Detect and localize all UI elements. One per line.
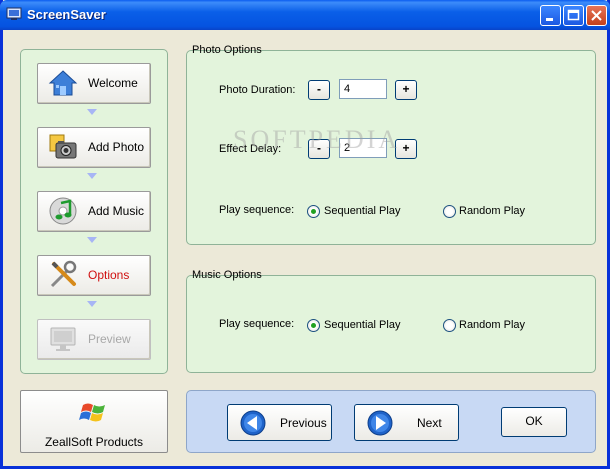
music-sequential-label[interactable]: Sequential Play <box>324 319 400 331</box>
previous-label: Previous <box>280 416 327 430</box>
home-icon <box>48 70 78 96</box>
maximize-icon <box>567 9 580 21</box>
step-arrow-icon <box>87 173 97 179</box>
next-button[interactable]: Next <box>354 404 459 441</box>
photo-play-sequence-label: Play sequence: <box>219 204 295 216</box>
music-sequential-radio[interactable] <box>307 319 320 332</box>
title-bar[interactable]: ScreenSaver <box>0 0 610 30</box>
app-icon <box>6 7 22 20</box>
zeallsoft-products-button[interactable]: ZeallSoft Products <box>20 390 168 453</box>
monitor-icon <box>50 327 76 351</box>
close-icon <box>591 10 602 21</box>
photo-duration-increase-button[interactable]: + <box>395 80 417 100</box>
softpedia-watermark: SOFTPEDIA <box>233 125 401 154</box>
maximize-button[interactable] <box>563 5 584 26</box>
zeallsoft-products-label: ZeallSoft Products <box>44 435 144 449</box>
nav-options-label: Options <box>88 268 130 282</box>
app-window: ScreenSaver Welcome Add Photo Add Music … <box>0 0 610 469</box>
photo-duration-input[interactable]: 4 <box>339 79 387 99</box>
music-random-radio[interactable] <box>443 319 456 332</box>
camera-icon <box>49 134 77 159</box>
main-content: Welcome Add Photo Add Music Options Prev… <box>3 30 607 466</box>
previous-button[interactable]: Previous <box>227 404 332 441</box>
photo-duration-label: Photo Duration: <box>219 84 296 96</box>
photo-random-label[interactable]: Random Play <box>459 205 525 217</box>
music-icon <box>49 197 77 225</box>
minimize-button[interactable] <box>540 5 561 26</box>
nav-preview-label: Preview <box>88 332 131 346</box>
nav-preview-button[interactable]: Preview <box>37 319 151 360</box>
photo-duration-decrease-button[interactable]: - <box>308 80 330 100</box>
tools-icon <box>50 260 77 288</box>
windows-logo-icon <box>79 403 105 422</box>
step-arrow-icon <box>87 301 97 307</box>
minimize-icon <box>546 18 553 21</box>
window-title: ScreenSaver <box>27 7 106 22</box>
nav-add-music-label: Add Music <box>88 204 145 218</box>
step-arrow-icon <box>87 237 97 243</box>
ok-button[interactable]: OK <box>501 407 567 437</box>
nav-add-photo-button[interactable]: Add Photo <box>37 127 151 168</box>
nav-welcome-button[interactable]: Welcome <box>37 63 151 104</box>
close-button[interactable] <box>586 5 607 26</box>
nav-options-button[interactable]: Options <box>37 255 151 296</box>
arrow-left-icon <box>240 410 266 436</box>
photo-options-title: Photo Options <box>192 44 262 56</box>
arrow-right-icon <box>367 410 393 436</box>
step-arrow-icon <box>87 109 97 115</box>
music-random-label[interactable]: Random Play <box>459 319 525 331</box>
photo-sequential-label[interactable]: Sequential Play <box>324 205 400 217</box>
music-options-title: Music Options <box>192 269 262 281</box>
photo-random-radio[interactable] <box>443 205 456 218</box>
nav-add-photo-label: Add Photo <box>88 140 145 154</box>
nav-add-music-button[interactable]: Add Music <box>37 191 151 232</box>
next-label: Next <box>417 416 442 430</box>
music-options-group: Music Options Play sequence: Sequential … <box>186 269 596 373</box>
nav-welcome-label: Welcome <box>88 76 138 90</box>
photo-sequential-radio[interactable] <box>307 205 320 218</box>
wizard-steps-panel: Welcome Add Photo Add Music Options Prev… <box>20 49 168 374</box>
action-bar: Previous Next OK <box>186 390 596 453</box>
music-play-sequence-label: Play sequence: <box>219 318 295 330</box>
